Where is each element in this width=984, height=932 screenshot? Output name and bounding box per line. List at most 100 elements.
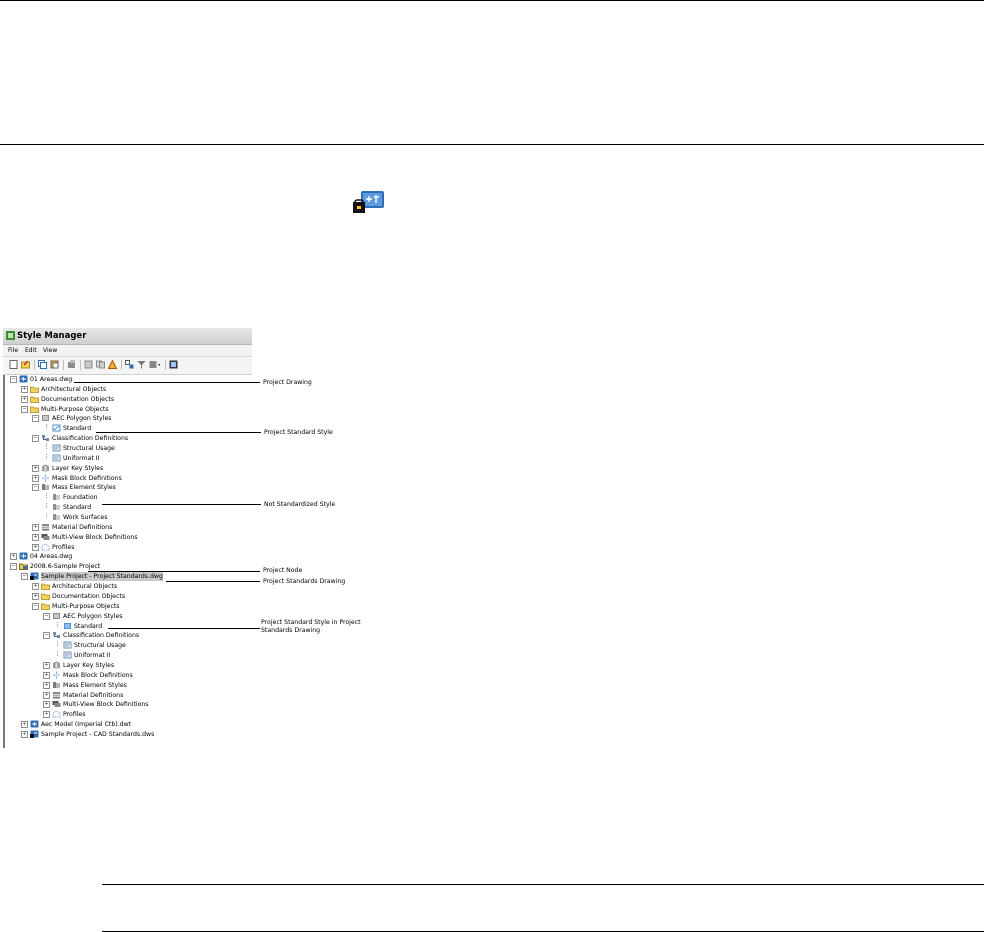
- collapse-toggle[interactable]: −: [32, 415, 39, 423]
- expand-toggle[interactable]: +: [32, 474, 39, 482]
- callout-line-project-node: [88, 571, 260, 572]
- expand-toggle[interactable]: +: [10, 553, 17, 561]
- collapse-toggle[interactable]: −: [32, 602, 39, 610]
- style-dropdown-icon[interactable]: [149, 360, 161, 369]
- tree-node[interactable]: Work Surfaces: [5, 513, 252, 522]
- tree-connector: [46, 503, 47, 509]
- collapse-toggle[interactable]: −: [43, 632, 50, 640]
- expand-toggle[interactable]: +: [32, 583, 39, 591]
- collapse-toggle[interactable]: −: [21, 405, 28, 413]
- expand-toggle[interactable]: +: [32, 533, 39, 541]
- layer-key-icon: [42, 464, 49, 472]
- edit-style-icon[interactable]: [67, 360, 76, 369]
- tree-node[interactable]: − Sample Project - Project Standards.dwg: [5, 572, 252, 582]
- expand-toggle[interactable]: +: [21, 395, 28, 403]
- tree-node[interactable]: Structural Usage: [5, 641, 252, 650]
- tree-node-label: Sample Project - CAD Standards.dws: [41, 730, 155, 738]
- tree-node[interactable]: + Sample Project - CAD Standards.dws: [5, 730, 252, 739]
- tree-node[interactable]: + Architectural Objects: [5, 582, 252, 591]
- profile-icon: [52, 710, 61, 718]
- toolbar: [3, 357, 252, 375]
- polygon-styles-icon: [53, 612, 60, 619]
- expand-toggle[interactable]: +: [43, 701, 50, 709]
- expand-toggle[interactable]: +: [43, 671, 50, 679]
- expand-toggle[interactable]: +: [21, 730, 28, 738]
- tree-node[interactable]: + Material Definitions: [5, 691, 252, 700]
- tree-node-label: Standard: [63, 425, 92, 433]
- help-icon[interactable]: [169, 360, 178, 369]
- tree-node[interactable]: + Mask Block Definitions: [5, 474, 252, 483]
- tree-node[interactable]: +04 Areas.dwg: [5, 552, 252, 561]
- tree-node[interactable]: + Material Definitions: [5, 523, 252, 532]
- title-bar[interactable]: Style Manager: [3, 328, 252, 345]
- style-tree[interactable]: −01 Areas.dwg + Architectural Objects + Docu…: [3, 375, 254, 748]
- tree-node[interactable]: − Multi-Purpose Objects: [5, 602, 252, 611]
- expand-toggle[interactable]: +: [43, 691, 50, 699]
- tree-connector: [57, 641, 58, 647]
- toggle-view-icon[interactable]: [125, 360, 134, 369]
- tree-node-label: 2008.6-Sample Project: [30, 563, 101, 571]
- toolbar-separator: [63, 360, 64, 370]
- menu-edit[interactable]: Edit: [25, 346, 37, 355]
- tree-node[interactable]: + Mass Element Styles: [5, 681, 252, 690]
- tree-node[interactable]: Structural Usage: [5, 444, 252, 453]
- collapse-toggle[interactable]: −: [10, 376, 17, 383]
- tree-node[interactable]: Uniformat II: [5, 651, 252, 660]
- expand-toggle[interactable]: +: [32, 592, 39, 600]
- expand-toggle[interactable]: +: [32, 523, 39, 531]
- expand-toggle[interactable]: +: [43, 661, 50, 669]
- tree-node[interactable]: + Profiles: [5, 710, 252, 719]
- collapse-toggle[interactable]: −: [21, 573, 28, 581]
- menu-view[interactable]: View: [43, 346, 57, 355]
- tree-node[interactable]: − AEC Polygon Styles: [5, 612, 252, 621]
- expand-toggle[interactable]: +: [32, 543, 39, 551]
- tree-node-label: Work Surfaces: [63, 514, 108, 522]
- open-drawing-icon[interactable]: [21, 360, 30, 369]
- tree-node[interactable]: + Documentation Objects: [5, 592, 252, 601]
- tree-node[interactable]: + Multi-View Block Definitions: [5, 700, 252, 709]
- expand-toggle[interactable]: +: [43, 681, 50, 689]
- new-drawing-icon[interactable]: [9, 360, 18, 369]
- tree-node[interactable]: + Layer Key Styles: [5, 661, 252, 670]
- tree-node[interactable]: − Multi-Purpose Objects: [5, 405, 252, 414]
- expand-toggle[interactable]: +: [21, 385, 28, 393]
- expand-toggle[interactable]: +: [21, 721, 28, 729]
- collapse-toggle[interactable]: −: [32, 484, 39, 492]
- tree-node[interactable]: Uniformat II: [5, 453, 252, 463]
- tree-node[interactable]: − 2008.6-Sample Project: [5, 562, 252, 571]
- collapse-toggle[interactable]: −: [10, 563, 17, 571]
- inspect-icon[interactable]: [108, 360, 117, 369]
- tree-node[interactable]: + Layer Key Styles: [5, 464, 252, 473]
- toolbar-separator: [121, 360, 122, 370]
- tree-node-label: Classification Definitions: [63, 632, 140, 640]
- tree-node[interactable]: − Mass Element Styles: [5, 483, 252, 492]
- tree-node[interactable]: + Aec Model (Imperial Ctb).dwt: [5, 720, 252, 729]
- tree-node[interactable]: − AEC Polygon Styles: [5, 414, 252, 423]
- multiview-block-icon: [52, 701, 61, 708]
- tree-node[interactable]: + Profiles: [5, 543, 252, 552]
- tree-node[interactable]: − Classification Definitions: [5, 631, 252, 640]
- purge-icon[interactable]: [84, 360, 93, 369]
- collapse-toggle[interactable]: −: [32, 435, 39, 443]
- expand-toggle[interactable]: +: [43, 711, 50, 719]
- filter-icon[interactable]: [137, 360, 146, 369]
- tree-node[interactable]: − Classification Definitions: [5, 434, 252, 443]
- tree-node[interactable]: Foundation: [5, 493, 252, 502]
- tree-node[interactable]: + Multi-View Block Definitions: [5, 533, 252, 542]
- menu-file[interactable]: File: [8, 346, 18, 355]
- collapse-toggle[interactable]: −: [43, 612, 50, 620]
- callout-line-project-standards-drawing: [166, 581, 260, 582]
- tree-node[interactable]: + Architectural Objects: [5, 385, 252, 394]
- expand-toggle[interactable]: +: [32, 464, 39, 472]
- tree-node[interactable]: + Documentation Objects: [5, 395, 252, 404]
- tree-node[interactable]: Standard: [5, 621, 252, 631]
- synchronize-icon[interactable]: [96, 360, 105, 369]
- tree-node-label: Multi-View Block Definitions: [52, 533, 138, 541]
- tree-node[interactable]: + Mask Block Definitions: [5, 671, 252, 680]
- callout-project-standards-drawing: Project Standards Drawing: [263, 578, 346, 585]
- menu-bar: File Edit View: [3, 345, 252, 357]
- paste-icon[interactable]: [50, 360, 59, 369]
- tree-node-label: Aec Model (Imperial Ctb).dwt: [41, 721, 132, 729]
- copy-icon[interactable]: [38, 360, 47, 369]
- tree-node-label: Profiles: [52, 543, 75, 551]
